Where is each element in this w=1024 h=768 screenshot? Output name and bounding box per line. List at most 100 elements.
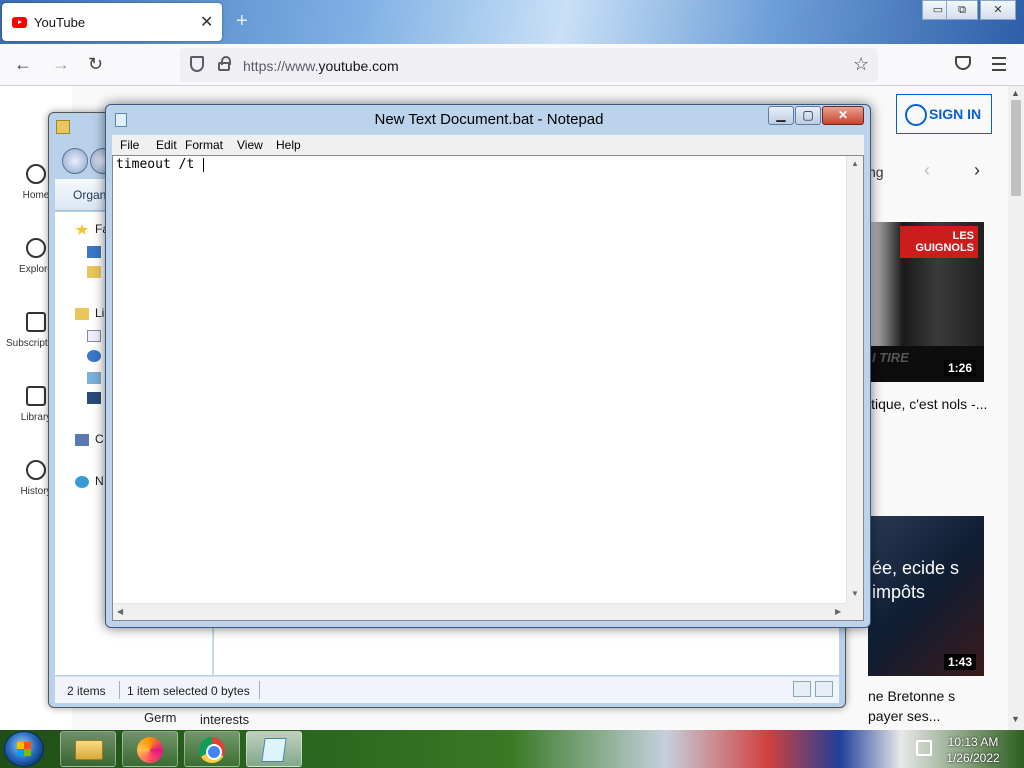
minimize-button[interactable]: ▁ [768,106,794,125]
thumbnail-tag: LES GUIGNOLS [900,226,978,258]
notepad-window[interactable]: New Text Document.bat - Notepad ▁ ▢ ✕ Fi… [105,104,871,628]
close-window-button[interactable]: ✕ [980,0,1016,20]
lock-icon[interactable] [218,56,231,71]
scroll-right-icon[interactable]: ▶ [835,607,841,616]
library-icon [26,386,46,406]
new-tab-button[interactable]: + [236,10,248,33]
organize-button[interactable]: Organ [73,188,106,202]
status-separator [259,681,260,699]
preview-view-icon[interactable] [815,681,833,697]
text-caret [203,157,205,172]
reload-icon[interactable]: ↻ [88,55,103,73]
clock-time: 10:13 AM [947,735,999,749]
taskbar-chrome[interactable] [184,731,240,767]
menu-view[interactable]: View [237,138,263,152]
documents-icon [87,329,101,342]
scroll-up-icon[interactable]: ▲ [851,159,859,168]
video-thumbnail-2[interactable]: ée, ecide s impôts [868,516,984,676]
notepad-title: New Text Document.bat - Notepad [374,111,604,128]
menu-help[interactable]: Help [276,138,301,152]
video-title-partial[interactable]: interests [200,712,249,727]
horizontal-scrollbar[interactable]: ◀ ▶ [113,603,847,620]
history-icon [26,460,46,480]
taskbar-notepad[interactable] [246,731,302,767]
chrome-icon [199,737,225,763]
menu-edit[interactable]: Edit [156,138,177,152]
tree-desktop[interactable] [87,244,107,258]
firefox-icon [137,737,163,763]
clock-date: 1/26/2022 [946,751,1000,765]
tree-documents[interactable] [87,328,107,342]
video-title-2[interactable]: ne Bretonne s payer ses... [868,686,988,726]
network-tray-icon[interactable] [916,740,932,756]
scroll-up-icon[interactable]: ▲ [1011,88,1020,98]
tree-downloads[interactable] [87,264,107,278]
subscriptions-icon [26,312,46,332]
restore-button[interactable]: ⧉ [946,0,978,20]
editor-content[interactable]: timeout /t [116,157,205,172]
menu-icon[interactable] [992,57,1006,75]
network-icon [75,475,89,488]
tree-computer[interactable]: C [75,432,104,446]
tree-pictures[interactable] [87,370,107,384]
star-icon [75,223,89,235]
vertical-scrollbar[interactable]: ▲ ▼ [846,156,863,603]
tab-close-icon[interactable]: ✕ [200,12,213,32]
explorer-status-bar: 2 items 1 item selected 0 bytes [55,676,839,703]
tree-network[interactable]: N [75,474,104,488]
pictures-icon [87,371,101,384]
libraries-icon [75,307,89,320]
tracking-shield-icon[interactable] [190,56,204,72]
tab-youtube[interactable]: YouTube ✕ [2,3,222,41]
channel-name-partial[interactable]: Germ [144,710,177,725]
tab-title: YouTube [34,15,86,30]
status-item-count: 2 items [67,684,106,698]
status-size: 0 bytes [211,684,250,698]
forward-arrow-icon[interactable]: → [52,55,70,73]
youtube-favicon-icon [12,17,27,28]
notepad-icon [261,738,287,762]
taskbar-firefox[interactable] [122,731,178,767]
details-view-icon[interactable] [793,681,811,697]
status-separator [119,681,120,699]
tree-libraries[interactable]: Li [75,306,104,320]
scroll-down-icon[interactable]: ▼ [851,589,859,598]
scrollbar-thumb[interactable] [1011,100,1021,196]
taskbar-explorer[interactable] [60,731,116,767]
video-duration-1: 1:26 [944,360,977,376]
back-arrow-icon[interactable]: ← [14,55,32,73]
menu-format[interactable]: Format [185,138,223,152]
page-scrollbar[interactable]: ▲ ▼ [1008,86,1024,730]
taskbar [0,730,1024,768]
folder-icon [56,120,70,134]
video-title-1[interactable]: itique, c'est nols -... [868,394,988,414]
bookmark-star-icon[interactable]: ☆ [853,54,869,75]
url-bar[interactable]: https://www.youtube.com ☆ [180,48,878,82]
menu-bar: File Edit Format View Help [112,135,864,155]
scroll-left-icon[interactable]: ◀ [117,607,123,616]
maximize-button[interactable]: ▢ [795,106,821,125]
system-clock[interactable]: 10:13 AM 1/26/2022 [944,734,1002,766]
tree-favorites[interactable]: Fa [75,222,109,236]
compass-icon [26,238,46,258]
videos-icon [87,391,101,404]
sign-in-button[interactable]: SIGN IN [896,94,992,134]
desktop-icon [87,245,101,258]
tree-videos[interactable] [87,390,107,404]
start-button[interactable] [4,731,44,767]
firefox-toolbar: ← → ↻ https://www.youtube.com ☆ [0,44,1024,86]
chip-left-arrow-icon[interactable]: ‹ [924,160,930,181]
chip-right-arrow-icon[interactable]: › [974,160,980,181]
scrollbar-corner [846,603,863,620]
pocket-icon[interactable] [955,56,971,70]
back-button[interactable] [62,148,88,174]
status-selected: 1 item selected [127,684,208,698]
url-text[interactable]: https://www.youtube.com [243,58,399,74]
menu-file[interactable]: File [120,138,139,152]
home-icon [26,164,46,184]
tree-music[interactable] [87,348,107,362]
close-button[interactable]: ✕ [822,106,864,125]
scroll-down-icon[interactable]: ▼ [1011,714,1020,724]
video-duration-2: 1:43 [944,654,977,670]
text-editor[interactable]: timeout /t ▲ ▼ ◀ ▶ [112,155,864,621]
